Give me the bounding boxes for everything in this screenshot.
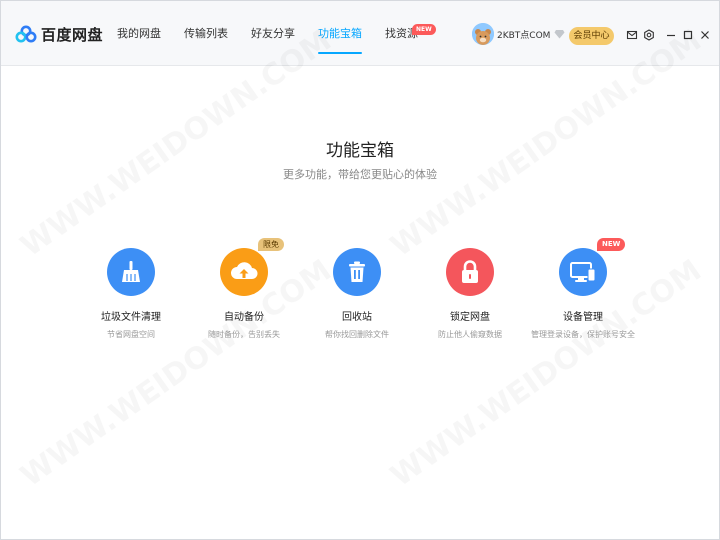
title-bar: 百度网盘 我的网盘 传输列表 好友分享 功能宝箱 找资源 NEW 2KBT点CO… — [1, 1, 719, 66]
minimize-button[interactable] — [665, 29, 677, 41]
lock-icon — [462, 260, 478, 283]
app-window: 百度网盘 我的网盘 传输列表 好友分享 功能宝箱 找资源 NEW 2KBT点CO… — [0, 0, 720, 540]
tool-icon-circle[interactable] — [107, 248, 155, 296]
tool-name: 垃圾文件清理 — [101, 312, 161, 323]
tool-desc: 管理登录设备，保护账号安全 — [531, 330, 635, 339]
tool-desc: 节省网盘空间 — [107, 330, 155, 339]
tool-desc: 帮你找回删除文件 — [325, 330, 389, 339]
bear-avatar-icon — [472, 23, 494, 45]
tool-lock-disk[interactable]: 锁定网盘 防止他人偷窥数据 — [410, 248, 530, 340]
baidu-cloud-logo-icon — [15, 25, 37, 43]
new-badge: NEW — [597, 238, 626, 251]
tab-my-disk[interactable]: 我的网盘 — [117, 1, 161, 65]
gear-icon — [644, 29, 654, 41]
tool-icon-circle[interactable]: NEW — [559, 238, 626, 296]
new-badge: NEW — [412, 24, 436, 35]
avatar[interactable] — [472, 23, 494, 45]
app-logo[interactable]: 百度网盘 — [15, 22, 103, 46]
tool-junk-cleanup[interactable]: 垃圾文件清理 节省网盘空间 — [71, 248, 191, 340]
tool-name: 回收站 — [342, 312, 372, 323]
broom-icon — [122, 261, 140, 282]
tab-find-resources[interactable]: 找资源 NEW — [385, 1, 436, 65]
tool-recycle-bin[interactable]: 回收站 帮你找回删除文件 — [297, 248, 417, 340]
user-info[interactable]: 2KBT点COM — [472, 23, 565, 45]
page-title: 功能宝箱 — [326, 141, 394, 161]
tool-icon-circle[interactable]: 限免 — [220, 238, 284, 296]
free-badge: 限免 — [258, 238, 284, 251]
username[interactable]: 2KBT点COM — [497, 28, 550, 41]
tab-transfer-list[interactable]: 传输列表 — [184, 1, 228, 65]
close-button[interactable] — [699, 29, 711, 41]
diamond-icon[interactable] — [554, 29, 565, 39]
tool-grid: 垃圾文件清理 节省网盘空间 限免 自动备份 随时备份，告别丢失 回收站 帮你找回… — [1, 238, 719, 368]
toolbox-content: WWW.WEIDOWN.COM WWW.WEIDOWN.COM WWW.WEID… — [1, 66, 719, 539]
message-button[interactable] — [626, 29, 638, 41]
devices-icon — [570, 262, 596, 282]
tool-name: 锁定网盘 — [450, 312, 490, 323]
tool-device-management[interactable]: NEW 设备管理 管理登录设备，保护账号安全 — [523, 238, 643, 340]
app-name: 百度网盘 — [41, 25, 104, 44]
maximize-button[interactable] — [682, 29, 694, 41]
tab-friend-share[interactable]: 好友分享 — [251, 1, 295, 65]
close-icon — [701, 31, 709, 39]
page-subtitle: 更多功能，带给您更贴心的体验 — [283, 168, 437, 181]
cloud-upload-icon — [231, 262, 258, 279]
tool-name: 自动备份 — [224, 312, 264, 323]
tool-name: 设备管理 — [563, 312, 603, 323]
minimize-icon — [667, 34, 675, 37]
mail-icon — [626, 30, 638, 40]
vip-center-button[interactable]: 会员中心 — [569, 27, 614, 45]
maximize-icon — [683, 30, 693, 40]
tool-icon-circle[interactable] — [446, 248, 494, 296]
main-nav: 我的网盘 传输列表 好友分享 功能宝箱 找资源 NEW — [117, 1, 441, 65]
tool-desc: 随时备份，告别丢失 — [208, 330, 280, 339]
tab-toolbox[interactable]: 功能宝箱 — [318, 1, 362, 65]
tool-desc: 防止他人偷窥数据 — [438, 330, 502, 339]
trash-icon — [349, 261, 365, 282]
tool-auto-backup[interactable]: 限免 自动备份 随时备份，告别丢失 — [184, 238, 304, 340]
settings-button[interactable] — [643, 29, 655, 41]
tool-icon-circle[interactable] — [333, 248, 381, 296]
